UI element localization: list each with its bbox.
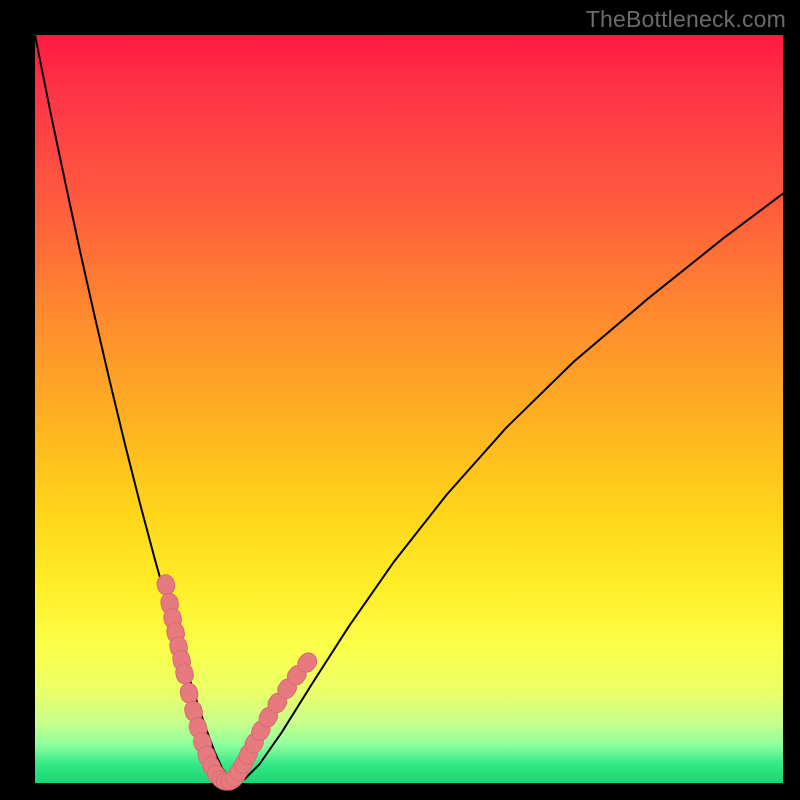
- marker-group: [156, 573, 321, 793]
- plot-area: [35, 35, 783, 783]
- watermark-text: TheBottleneck.com: [586, 6, 786, 33]
- chart-frame: TheBottleneck.com: [0, 0, 800, 800]
- marker-pill: [156, 573, 177, 596]
- chart-svg: [35, 35, 783, 783]
- bottleneck-curve: [35, 35, 783, 782]
